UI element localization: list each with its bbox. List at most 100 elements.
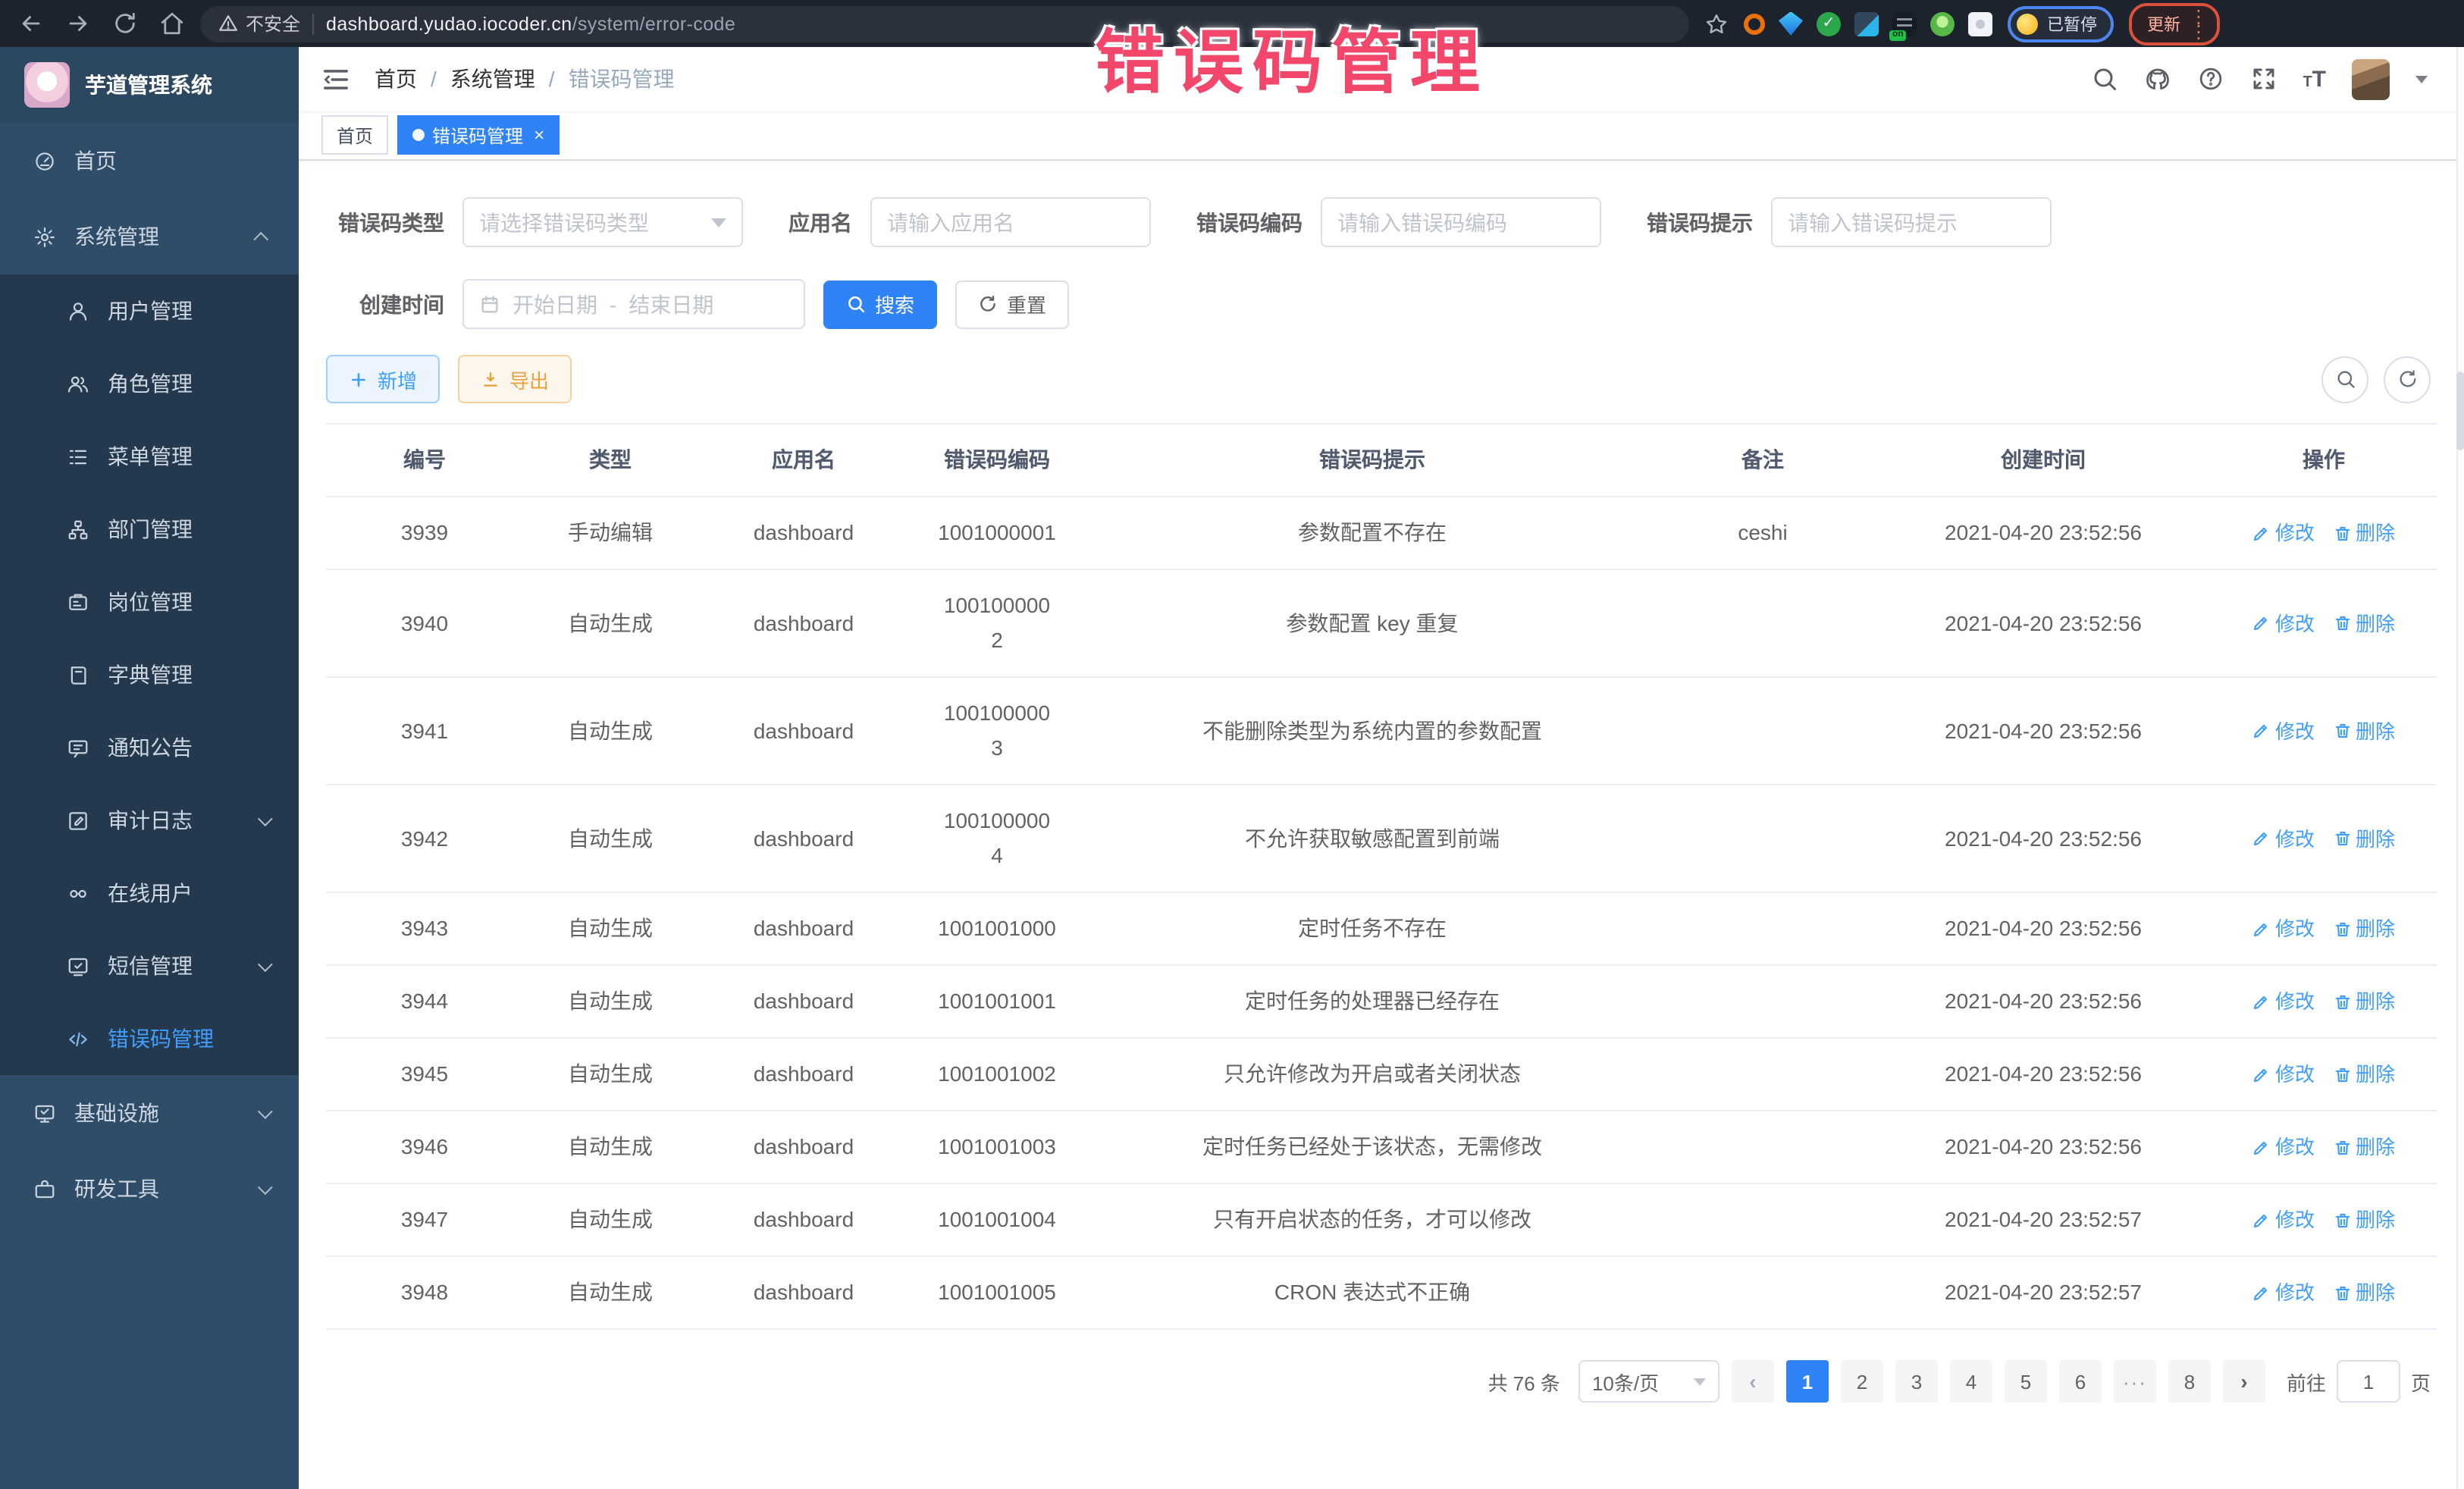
pager-more-button[interactable]: ···: [2114, 1360, 2156, 1403]
delete-link[interactable]: 删除: [2333, 984, 2395, 1019]
refresh-icon: [978, 294, 998, 314]
bookmark-star-icon[interactable]: [1704, 11, 1729, 36]
app-title: 芋道管理系统: [85, 70, 212, 100]
edit-link[interactable]: 修改: [2252, 1202, 2315, 1237]
table-row: 3939手动编辑dashboard1001000001参数配置不存在ceshi2…: [326, 497, 2437, 570]
page-scrollbar[interactable]: [2456, 47, 2464, 1489]
prev-page-button[interactable]: ‹: [1732, 1360, 1774, 1403]
app-name-input[interactable]: [870, 197, 1151, 247]
page-button-3[interactable]: 3: [1895, 1360, 1938, 1403]
extension-dark-list-icon[interactable]: on: [1892, 11, 1917, 36]
edit-link[interactable]: 修改: [2252, 516, 2315, 550]
extension-blue-grid-icon[interactable]: [1854, 11, 1879, 36]
tab-error-code[interactable]: 错误码管理 ×: [397, 115, 560, 155]
sidebar-item-online-users[interactable]: 在线用户: [0, 857, 299, 929]
header-search-icon[interactable]: [2090, 65, 2118, 92]
browser-profile-badge[interactable]: 已暂停: [2008, 5, 2114, 42]
home-icon[interactable]: [159, 11, 185, 36]
delete-link[interactable]: 删除: [2333, 1275, 2395, 1310]
sidebar-item-infrastructure[interactable]: 基础设施: [0, 1075, 299, 1151]
cell-type: 自动生成: [523, 1039, 698, 1110]
error-hint-input[interactable]: [1771, 197, 2052, 247]
page-button-4[interactable]: 4: [1950, 1360, 1992, 1403]
extension-green-check-icon[interactable]: ✓: [1817, 11, 1841, 36]
sidebar-item-audit-logs[interactable]: 审计日志: [0, 784, 299, 857]
delete-link[interactable]: 删除: [2333, 911, 2395, 946]
font-size-icon[interactable]: TT: [2303, 67, 2326, 90]
edit-link[interactable]: 修改: [2252, 1130, 2315, 1165]
page-button-6[interactable]: 6: [2059, 1360, 2102, 1403]
sidebar-item-sms[interactable]: 短信管理: [0, 929, 299, 1002]
filter-row-2: 创建时间 开始日期 - 结束日期 搜索: [326, 279, 2437, 329]
page-button-5[interactable]: 5: [2005, 1360, 2047, 1403]
delete-link[interactable]: 删除: [2333, 516, 2395, 550]
breadcrumb-system[interactable]: 系统管理: [450, 64, 535, 94]
goto-page-input[interactable]: [2337, 1360, 2400, 1403]
chevron-down-icon: [1694, 1378, 1706, 1385]
scrollbar-thumb[interactable]: [2456, 371, 2464, 450]
sidebar-item-home[interactable]: 首页: [0, 123, 299, 199]
user-avatar[interactable]: [2352, 58, 2390, 99]
delete-link[interactable]: 删除: [2333, 1057, 2395, 1092]
browser-menu-icon[interactable]: ⋮⋮: [2190, 8, 2208, 39]
edit-link[interactable]: 修改: [2252, 911, 2315, 946]
refresh-table-button[interactable]: [2384, 356, 2431, 403]
back-icon[interactable]: [18, 11, 44, 36]
edit-link[interactable]: 修改: [2252, 984, 2315, 1019]
sidebar-item-departments[interactable]: 部门管理: [0, 493, 299, 566]
next-page-button[interactable]: ›: [2223, 1360, 2265, 1403]
sidebar-item-announcements[interactable]: 通知公告: [0, 711, 299, 784]
add-button[interactable]: 新增: [326, 355, 440, 403]
error-type-select[interactable]: 请选择错误码类型: [462, 197, 743, 247]
edit-link[interactable]: 修改: [2252, 606, 2315, 641]
extensions-puzzle-icon[interactable]: [1968, 11, 1992, 36]
cell-hint: 只允许修改为开启或者关闭状态: [1084, 1039, 1660, 1110]
sidebar-item-users[interactable]: 用户管理: [0, 274, 299, 347]
breadcrumb-home[interactable]: 首页: [375, 64, 417, 94]
delete-link[interactable]: 删除: [2333, 1130, 2395, 1165]
edit-link[interactable]: 修改: [2252, 821, 2315, 856]
page-button-8[interactable]: 8: [2168, 1360, 2211, 1403]
sidebar-item-devtools[interactable]: 研发工具: [0, 1151, 299, 1227]
hamburger-icon[interactable]: [321, 64, 350, 93]
delete-link[interactable]: 删除: [2333, 606, 2395, 641]
security-warning[interactable]: 不安全: [218, 11, 300, 36]
edit-link[interactable]: 修改: [2252, 1057, 2315, 1092]
sidebar-item-posts[interactable]: 岗位管理: [0, 566, 299, 638]
page-button-1[interactable]: 1: [1786, 1360, 1829, 1403]
cell-type: 手动编辑: [523, 497, 698, 569]
github-icon[interactable]: [2143, 65, 2171, 92]
reset-button[interactable]: 重置: [955, 280, 1069, 328]
cell-code: 1001000004: [910, 785, 1084, 892]
help-icon[interactable]: [2196, 65, 2224, 92]
extension-green-pin-icon[interactable]: [1930, 11, 1955, 36]
browser-update-button[interactable]: 更新 ⋮⋮: [2129, 2, 2220, 45]
extension-orange-target-icon[interactable]: [1744, 13, 1765, 34]
date-range-picker[interactable]: 开始日期 - 结束日期: [462, 279, 805, 329]
reload-icon[interactable]: [112, 11, 138, 36]
sidebar-logo[interactable]: 芋道管理系统: [0, 47, 299, 123]
tab-close-icon[interactable]: ×: [534, 126, 544, 144]
delete-link[interactable]: 删除: [2333, 713, 2395, 748]
tab-home[interactable]: 首页: [321, 115, 388, 155]
sidebar-item-error-codes[interactable]: 错误码管理: [0, 1002, 299, 1075]
search-button[interactable]: 搜索: [823, 280, 937, 328]
edit-link[interactable]: 修改: [2252, 713, 2315, 748]
sidebar-item-roles[interactable]: 角色管理: [0, 347, 299, 420]
user-menu-caret-icon[interactable]: [2415, 75, 2428, 83]
sidebar-item-system[interactable]: 系统管理: [0, 199, 299, 274]
export-button[interactable]: 导出: [458, 355, 572, 403]
error-code-input[interactable]: [1321, 197, 1601, 247]
extension-blue-gem-icon[interactable]: [1779, 11, 1803, 36]
sidebar-item-dictionary[interactable]: 字典管理: [0, 638, 299, 711]
delete-link[interactable]: 删除: [2333, 1202, 2395, 1237]
filter-label: 错误码编码: [1196, 207, 1303, 237]
sidebar-item-menus[interactable]: 菜单管理: [0, 420, 299, 493]
fullscreen-icon[interactable]: [2249, 65, 2277, 92]
page-size-select[interactable]: 10条/页: [1578, 1360, 1719, 1403]
toggle-search-button[interactable]: [2321, 356, 2368, 403]
edit-link[interactable]: 修改: [2252, 1275, 2315, 1310]
page-button-2[interactable]: 2: [1841, 1360, 1883, 1403]
forward-icon[interactable]: [65, 11, 91, 36]
delete-link[interactable]: 删除: [2333, 821, 2395, 856]
